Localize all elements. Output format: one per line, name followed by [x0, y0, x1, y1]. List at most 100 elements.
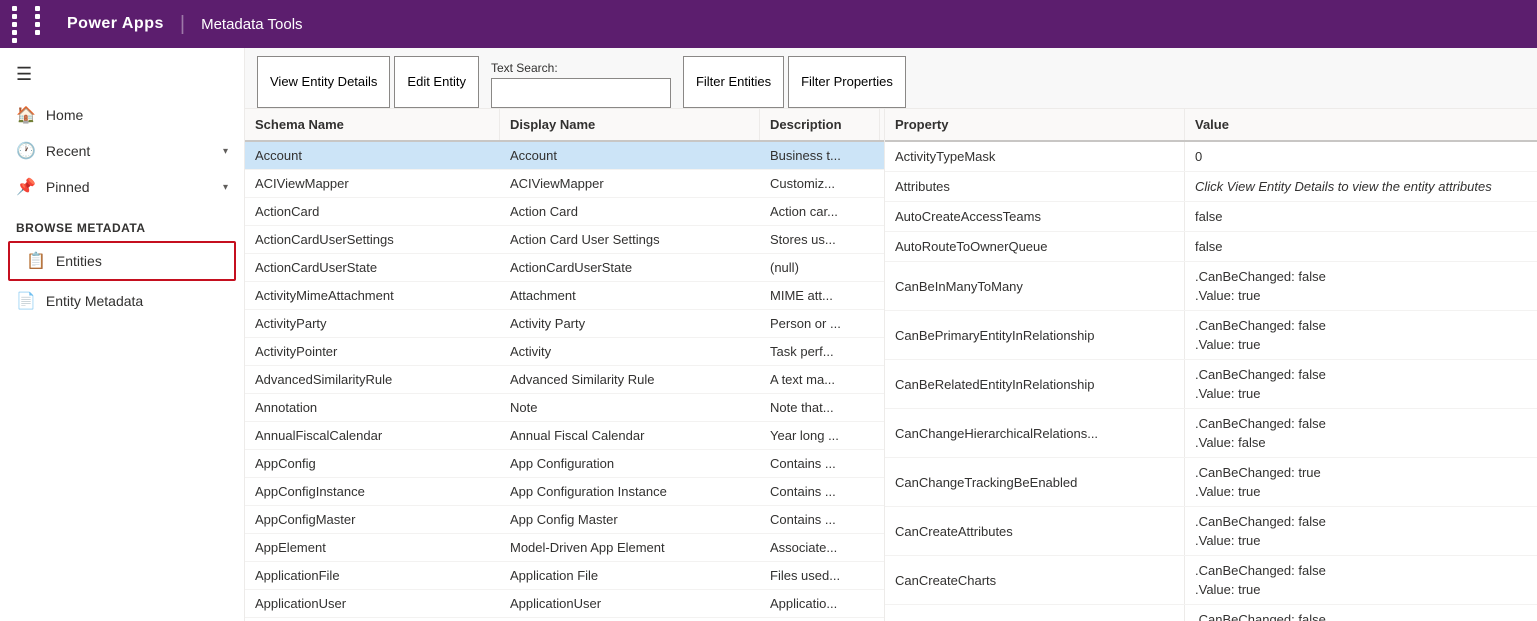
hamburger-menu[interactable]: ☰ — [0, 56, 244, 93]
entity-schema-cell: ActionCardUserSettings — [245, 226, 500, 253]
property-name-cell: CanBeInManyToMany — [885, 262, 1185, 310]
sidebar-item-pinned-label: Pinned — [46, 179, 213, 195]
property-name-cell: CanBePrimaryEntityInRelationship — [885, 311, 1185, 359]
entity-table-body: AccountAccountBusiness t...ACIViewMapper… — [245, 142, 884, 621]
entity-desc-cell: Contains ... — [760, 478, 880, 505]
entity-schema-cell: ActivityMimeAttachment — [245, 282, 500, 309]
entity-desc-cell: (null) — [760, 254, 880, 281]
property-value-cell: .CanBeChanged: false.Value: true — [1185, 507, 1537, 555]
browse-metadata-heading: Browse Metadata — [0, 205, 244, 241]
property-name-cell: CanBeRelatedEntityInRelationship — [885, 360, 1185, 408]
app-logo: Power Apps — [67, 15, 164, 33]
sidebar-item-entities-label: Entities — [56, 253, 102, 269]
entity-table-row[interactable]: ApplicationUserApplicationUserApplicatio… — [245, 590, 884, 618]
property-row: CanCreateForms.CanBeChanged: false.Value… — [885, 605, 1537, 621]
property-row: ActivityTypeMask0 — [885, 142, 1537, 172]
edit-entity-button[interactable]: Edit Entity — [394, 56, 479, 108]
entity-table-row[interactable]: AccountAccountBusiness t... — [245, 142, 884, 170]
display-name-header: Display Name — [500, 109, 760, 140]
entity-display-cell: App Config Master — [500, 506, 760, 533]
entity-display-cell: App Configuration Instance — [500, 478, 760, 505]
chevron-down-icon: ▾ — [223, 146, 228, 157]
entity-table-row[interactable]: ACIViewMapperACIViewMapperCustomiz... — [245, 170, 884, 198]
entity-table-row[interactable]: ActivityPointerActivityTask perf... — [245, 338, 884, 366]
entity-table-row[interactable]: AnnotationNoteNote that... — [245, 394, 884, 422]
property-value-cell: .CanBeChanged: false.Value: false — [1185, 409, 1537, 457]
entity-table-row[interactable]: AnnualFiscalCalendarAnnual Fiscal Calend… — [245, 422, 884, 450]
entity-desc-cell: A text ma... — [760, 366, 880, 393]
topbar-title: Metadata Tools — [201, 16, 302, 33]
property-value-cell: .CanBeChanged: false.Value: true — [1185, 262, 1537, 310]
entity-schema-cell: AppConfigInstance — [245, 478, 500, 505]
entity-schema-cell: AppConfig — [245, 450, 500, 477]
entity-desc-cell: Files used... — [760, 562, 880, 589]
property-row: CanBeRelatedEntityInRelationship.CanBeCh… — [885, 360, 1537, 409]
entity-table-row[interactable]: ActionCardAction CardAction car... — [245, 198, 884, 226]
entities-icon: 📋 — [26, 251, 46, 271]
text-search-input[interactable] — [491, 78, 671, 108]
table-area: Schema Name Display Name Description Acc… — [245, 109, 1537, 621]
entity-table-row[interactable]: ActivityMimeAttachmentAttachmentMIME att… — [245, 282, 884, 310]
entity-table-row[interactable]: AdvancedSimilarityRuleAdvanced Similarit… — [245, 366, 884, 394]
filter-entities-button[interactable]: Filter Entities — [683, 56, 784, 108]
entity-desc-cell: Business t... — [760, 142, 880, 169]
description-header: Description — [760, 109, 880, 140]
entity-table-row[interactable]: AppElementModel-Driven App ElementAssoci… — [245, 534, 884, 562]
home-icon: 🏠 — [16, 105, 36, 125]
property-name-cell: CanCreateAttributes — [885, 507, 1185, 555]
entity-display-cell: Annual Fiscal Calendar — [500, 422, 760, 449]
entity-schema-cell: ActionCardUserState — [245, 254, 500, 281]
view-entity-details-button[interactable]: View Entity Details — [257, 56, 390, 108]
property-row: CanBeInManyToMany.CanBeChanged: false.Va… — [885, 262, 1537, 311]
sidebar: ☰ 🏠 Home 🕐 Recent ▾ 📌 Pinned ▾ Browse Me… — [0, 48, 245, 621]
text-search-label: Text Search: — [491, 61, 671, 75]
app-grid-icon[interactable] — [12, 6, 55, 43]
entity-table-row[interactable]: AppConfigMasterApp Config MasterContains… — [245, 506, 884, 534]
entity-schema-cell: AppConfigMaster — [245, 506, 500, 533]
entity-schema-cell: ACIViewMapper — [245, 170, 500, 197]
entity-display-cell: Activity Party — [500, 310, 760, 337]
property-value-cell: .CanBeChanged: false.Value: true — [1185, 360, 1537, 408]
topbar-separator: | — [180, 13, 185, 36]
entity-table-row[interactable]: ActionCardUserStateActionCardUserState(n… — [245, 254, 884, 282]
property-name-cell: CanCreateCharts — [885, 556, 1185, 604]
entity-schema-cell: Annotation — [245, 394, 500, 421]
property-name-cell: CanChangeTrackingBeEnabled — [885, 458, 1185, 506]
sidebar-item-pinned[interactable]: 📌 Pinned ▾ — [0, 169, 244, 205]
property-row: AutoCreateAccessTeamsfalse — [885, 202, 1537, 232]
filter-properties-button[interactable]: Filter Properties — [788, 56, 906, 108]
properties-header: Property Value — [885, 109, 1537, 142]
sidebar-item-home[interactable]: 🏠 Home — [0, 97, 244, 133]
recent-icon: 🕐 — [16, 141, 36, 161]
property-value-cell: .CanBeChanged: true.Value: true — [1185, 458, 1537, 506]
entity-table-row[interactable]: ActivityPartyActivity PartyPerson or ... — [245, 310, 884, 338]
entity-table: Schema Name Display Name Description Acc… — [245, 109, 885, 621]
property-row: CanBePrimaryEntityInRelationship.CanBeCh… — [885, 311, 1537, 360]
entity-schema-cell: ActivityPointer — [245, 338, 500, 365]
property-name-cell: ActivityTypeMask — [885, 142, 1185, 171]
entity-table-row[interactable]: ActionCardUserSettingsAction Card User S… — [245, 226, 884, 254]
chevron-down-icon: ▾ — [223, 182, 228, 193]
entity-table-header: Schema Name Display Name Description — [245, 109, 884, 142]
entity-desc-cell: Note that... — [760, 394, 880, 421]
pin-icon: 📌 — [16, 177, 36, 197]
property-row: CanChangeTrackingBeEnabled.CanBeChanged:… — [885, 458, 1537, 507]
sidebar-item-entity-metadata-label: Entity Metadata — [46, 293, 143, 309]
entity-table-row[interactable]: ApplicationFileApplication FileFiles use… — [245, 562, 884, 590]
sidebar-item-entities[interactable]: 📋 Entities — [8, 241, 236, 281]
entity-table-row[interactable]: AppConfigApp ConfigurationContains ... — [245, 450, 884, 478]
entity-metadata-icon: 📄 — [16, 291, 36, 311]
entity-desc-cell: Action car... — [760, 198, 880, 225]
entity-display-cell: App Configuration — [500, 450, 760, 477]
property-value-cell: false — [1185, 232, 1537, 261]
entity-display-cell: ActionCardUserState — [500, 254, 760, 281]
properties-panel: Property Value ActivityTypeMask0Attribut… — [885, 109, 1537, 621]
entity-table-row[interactable]: AppConfigInstanceApp Configuration Insta… — [245, 478, 884, 506]
entity-display-cell: Application File — [500, 562, 760, 589]
sidebar-item-entity-metadata[interactable]: 📄 Entity Metadata — [0, 283, 244, 319]
value-header: Value — [1185, 109, 1537, 140]
entity-display-cell: Advanced Similarity Rule — [500, 366, 760, 393]
property-value-cell: Click View Entity Details to view the en… — [1185, 172, 1537, 201]
sidebar-item-recent[interactable]: 🕐 Recent ▾ — [0, 133, 244, 169]
text-search-group: Text Search: — [491, 61, 671, 108]
